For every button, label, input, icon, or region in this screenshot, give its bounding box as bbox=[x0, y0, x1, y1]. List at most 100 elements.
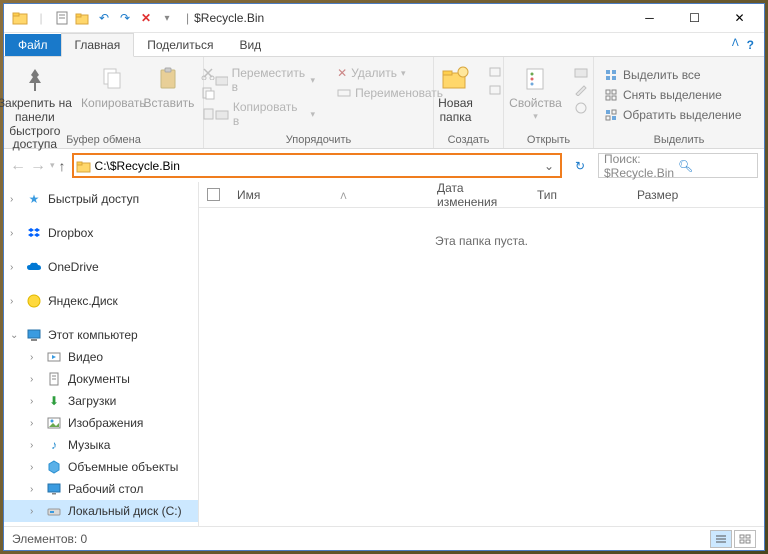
open-icon[interactable] bbox=[569, 63, 593, 81]
cube-icon bbox=[46, 459, 62, 475]
ribbon-group-create: Новая папка Создать bbox=[434, 57, 504, 148]
ribbon-collapse[interactable]: ᐱ ? bbox=[722, 34, 764, 56]
nav-desktop[interactable]: ›Рабочий стол bbox=[4, 478, 198, 500]
qat-dropdown-icon[interactable]: ▾ bbox=[157, 7, 177, 29]
nav-this-pc[interactable]: ⌄Этот компьютер bbox=[4, 324, 198, 346]
nav-documents[interactable]: ›Документы bbox=[4, 368, 198, 390]
chevron-down-icon[interactable]: ⌄ bbox=[10, 330, 18, 341]
select-all-button[interactable]: Выделить все bbox=[600, 65, 758, 85]
nav-3d[interactable]: ›Объемные объекты bbox=[4, 456, 198, 478]
chevron-right-icon[interactable]: › bbox=[10, 194, 13, 205]
recent-dropdown[interactable]: ▾ bbox=[50, 160, 55, 171]
chevron-right-icon[interactable]: › bbox=[30, 440, 33, 451]
download-icon: ⬇ bbox=[46, 393, 62, 409]
nav-disk-c[interactable]: ›Локальный диск (C:) bbox=[4, 500, 198, 522]
navigation-pane: ›★Быстрый доступ ›Dropbox ›OneDrive ›Янд… bbox=[4, 182, 199, 526]
properties-icon bbox=[520, 63, 552, 95]
ribbon-group-select: Выделить все Снять выделение Обратить вы… bbox=[594, 57, 764, 148]
properties-icon[interactable] bbox=[52, 7, 72, 29]
chevron-right-icon[interactable]: › bbox=[30, 462, 33, 473]
maximize-button[interactable]: ☐ bbox=[672, 4, 717, 32]
nav-quick-access[interactable]: ›★Быстрый доступ bbox=[4, 188, 198, 210]
move-to-button[interactable]: Переместить в ▾ bbox=[210, 63, 320, 97]
col-type[interactable]: Тип bbox=[527, 188, 627, 202]
qat-separator: | bbox=[31, 7, 51, 29]
nav-disk-d[interactable]: ›Локальный диск (D:) bbox=[4, 522, 198, 526]
search-box[interactable]: Поиск: $Recycle.Bin 🔍︎ bbox=[598, 153, 758, 178]
status-elements: Элементов: 0 bbox=[12, 532, 87, 546]
pin-icon bbox=[19, 63, 51, 95]
forward-button[interactable]: → bbox=[30, 157, 46, 175]
nav-onedrive[interactable]: ›OneDrive bbox=[4, 256, 198, 278]
tab-file[interactable]: Файл bbox=[5, 34, 61, 56]
collapse-ribbon-icon[interactable]: ᐱ bbox=[732, 38, 739, 52]
sort-indicator-icon: ᐱ bbox=[340, 191, 346, 201]
content-area: Имяᐱ Дата изменения Тип Размер Эта папка… bbox=[199, 182, 764, 526]
new-folder-icon[interactable] bbox=[73, 7, 93, 29]
chevron-right-icon[interactable]: › bbox=[30, 374, 33, 385]
chevron-right-icon[interactable]: › bbox=[30, 484, 33, 495]
nav-dropbox[interactable]: ›Dropbox bbox=[4, 222, 198, 244]
delete-icon[interactable]: ✕ bbox=[136, 7, 156, 29]
select-all-checkbox[interactable] bbox=[207, 188, 227, 201]
nav-music[interactable]: ›♪Музыка bbox=[4, 434, 198, 456]
paste-button[interactable]: Вставить bbox=[144, 59, 194, 111]
address-input[interactable] bbox=[92, 159, 540, 173]
edit-icon[interactable] bbox=[569, 81, 593, 99]
col-name[interactable]: Имяᐱ bbox=[227, 188, 427, 202]
copy-button[interactable]: Копировать bbox=[85, 59, 142, 111]
window-controls: ─ ☐ ✕ bbox=[627, 4, 762, 32]
details-view-button[interactable] bbox=[710, 530, 732, 548]
icons-view-button[interactable] bbox=[734, 530, 756, 548]
ribbon-group-clipboard: Закрепить на панели быстрого доступа Коп… bbox=[4, 57, 204, 148]
music-icon: ♪ bbox=[46, 437, 62, 453]
minimize-button[interactable]: ─ bbox=[627, 4, 672, 32]
paste-icon bbox=[153, 63, 185, 95]
explorer-window: | ↶ ↷ ✕ ▾ | $Recycle.Bin ─ ☐ ✕ Файл Глав… bbox=[3, 3, 765, 551]
easy-access-icon[interactable] bbox=[483, 81, 507, 99]
drive-icon bbox=[46, 525, 62, 526]
chevron-right-icon[interactable]: › bbox=[30, 396, 33, 407]
drive-icon bbox=[46, 503, 62, 519]
col-date[interactable]: Дата изменения bbox=[427, 182, 527, 209]
nav-videos[interactable]: ›Видео bbox=[4, 346, 198, 368]
help-icon[interactable]: ? bbox=[747, 38, 754, 52]
chevron-right-icon[interactable]: › bbox=[10, 262, 13, 273]
undo-icon[interactable]: ↶ bbox=[94, 7, 114, 29]
desktop-icon bbox=[46, 481, 62, 497]
tab-view[interactable]: Вид bbox=[226, 34, 274, 56]
properties-button[interactable]: Свойства ▾ bbox=[504, 59, 567, 121]
nav-pictures[interactable]: ›Изображения bbox=[4, 412, 198, 434]
address-bar[interactable]: ⌄ bbox=[72, 153, 562, 178]
star-icon: ★ bbox=[26, 191, 42, 207]
new-item-icon[interactable] bbox=[483, 63, 507, 81]
search-icon[interactable]: 🔍︎ bbox=[678, 159, 752, 173]
new-folder-button[interactable]: Новая папка bbox=[431, 59, 481, 125]
invert-selection-button[interactable]: Обратить выделение bbox=[600, 105, 758, 125]
history-icon[interactable] bbox=[569, 99, 593, 117]
disk-icon bbox=[26, 293, 42, 309]
chevron-right-icon[interactable]: › bbox=[30, 352, 33, 363]
back-button[interactable]: ← bbox=[10, 157, 26, 175]
chevron-right-icon[interactable]: › bbox=[10, 296, 13, 307]
close-button[interactable]: ✕ bbox=[717, 4, 762, 32]
dropbox-icon bbox=[26, 225, 42, 241]
nav-yandex[interactable]: ›Яндекс.Диск bbox=[4, 290, 198, 312]
ribbon: Закрепить на панели быстрого доступа Коп… bbox=[4, 57, 764, 149]
tab-home[interactable]: Главная bbox=[61, 33, 135, 57]
tab-share[interactable]: Поделиться bbox=[134, 34, 226, 56]
select-none-button[interactable]: Снять выделение bbox=[600, 85, 758, 105]
chevron-right-icon[interactable]: › bbox=[30, 506, 33, 517]
up-button[interactable]: ↑ bbox=[59, 158, 66, 174]
copy-to-button[interactable]: Копировать в ▾ bbox=[210, 97, 320, 131]
redo-icon[interactable]: ↷ bbox=[115, 7, 135, 29]
video-icon bbox=[46, 349, 62, 365]
refresh-button[interactable]: ↻ bbox=[568, 154, 592, 177]
chevron-right-icon[interactable]: › bbox=[10, 228, 13, 239]
ribbon-tabs: Файл Главная Поделиться Вид ᐱ ? bbox=[4, 33, 764, 57]
chevron-right-icon[interactable]: › bbox=[30, 418, 33, 429]
address-dropdown-icon[interactable]: ⌄ bbox=[540, 159, 558, 173]
nav-downloads[interactable]: ›⬇Загрузки bbox=[4, 390, 198, 412]
col-size[interactable]: Размер bbox=[627, 188, 697, 202]
doc-icon bbox=[46, 371, 62, 387]
